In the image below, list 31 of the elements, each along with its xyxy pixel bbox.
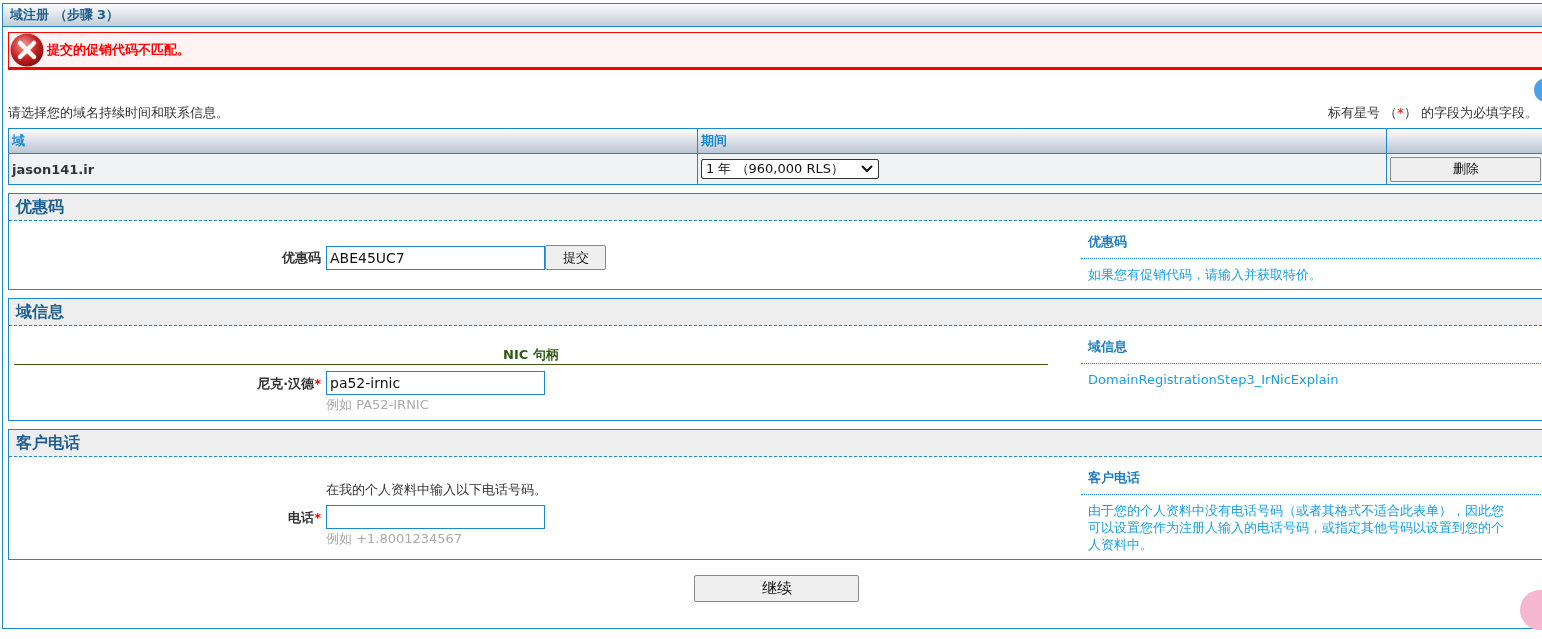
section-header: 域信息 [9,299,1542,326]
error-message: 提交的促销代码不匹配。 [47,41,190,59]
submit-button[interactable]: 提交 [545,245,606,270]
required-fields-note: 标有星号 （*） 的字段为必填字段。 [1328,104,1538,122]
subsection-heading: NIC 句柄 [14,346,1048,365]
help-text: 由于您的个人资料中没有电话号码（或者其格式不适合此表单），因此您可以设置您作为注册人输入的电话号码，或指定其他号码以设置到您的个人资料中。 [1087,502,1505,553]
section-header: 优惠码 [9,194,1542,221]
continue-button[interactable]: 继续 [694,575,859,602]
text-input[interactable]: ABE45UC7 [326,245,545,270]
column-header: 期间 [698,129,1387,153]
column-header: 域 [9,129,698,153]
field-label: 尼克·汉德* [257,376,321,391]
delete-button[interactable]: 删除 [1390,156,1541,182]
panel-title: 域注册 （步骤 3） [3,4,1542,27]
example-hint: 例如 +1.8001234567 [326,530,464,548]
text-input[interactable]: pa52-irnic [326,371,545,395]
chevron-down-icon [861,165,873,173]
domain-cell: jason141.ir [9,154,698,184]
help-title: 域信息 [1081,338,1542,364]
help-text: 如果您有促销代码，请输入并获取特价。 [1087,266,1323,283]
duration-dropdown[interactable]: 1 年 （960,000 RLS） [701,159,879,179]
example-hint: 例如 PA52-IRNIC [326,396,430,414]
instructions-text: 请选择您的域名持续时间和联系信息。 [8,104,229,122]
field-label: 电话* [288,510,321,525]
help-title: 优惠码 [1081,233,1542,259]
field-note: 在我的个人资料中输入以下电话号码。 [326,481,547,499]
section-header: 客户电话 [9,430,1542,457]
help-text: DomainRegistrationStep3_IrNicExplain [1087,371,1340,388]
field-label: 优惠码 [282,250,321,265]
help-title: 客户电话 [1081,469,1542,495]
text-input[interactable] [326,505,545,529]
